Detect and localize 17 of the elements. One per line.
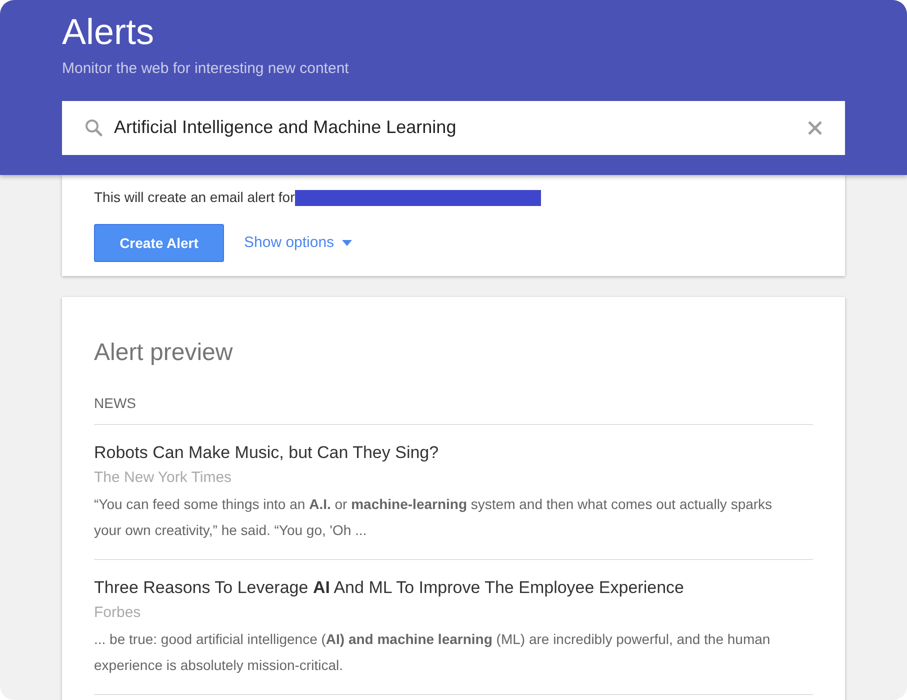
page-subtitle: Monitor the web for interesting new content xyxy=(62,59,350,79)
article-snippet: “You can feed some things into an A.I. or machine-learning system and then what comes out actually sparks your own creativity,” he said. “You go, 'Oh ... xyxy=(94,495,774,540)
search-input[interactable]: Artificial Intelligence and Machine Learning xyxy=(114,114,797,141)
search-field[interactable]: Artificial Intelligence and Machine Learning xyxy=(62,100,845,154)
article-source: Forbes xyxy=(94,603,142,623)
preview-title: Alert preview xyxy=(94,338,234,368)
search-icon xyxy=(84,118,104,138)
page-title: Alerts xyxy=(62,10,156,54)
notice-text: This will create an email alert for xyxy=(94,188,295,207)
article-headline[interactable]: Robots Can Make Music, but Can They Sing? xyxy=(94,441,813,465)
article-snippet: ... be true: good artificial intelligence (AI) and machine learning (ML) are incredibly powerful, and the human experience is absolutely mission-critical. xyxy=(94,630,772,675)
show-options-link[interactable]: Show options xyxy=(244,232,352,254)
article-headline[interactable]: Three Reasons To Leverage AI And ML To Improve The Employee Experience xyxy=(94,576,813,600)
close-icon[interactable] xyxy=(807,120,823,136)
article-source: The New York Times xyxy=(94,468,233,488)
caret-icon xyxy=(342,240,352,246)
section-label: NEWS xyxy=(94,393,813,425)
